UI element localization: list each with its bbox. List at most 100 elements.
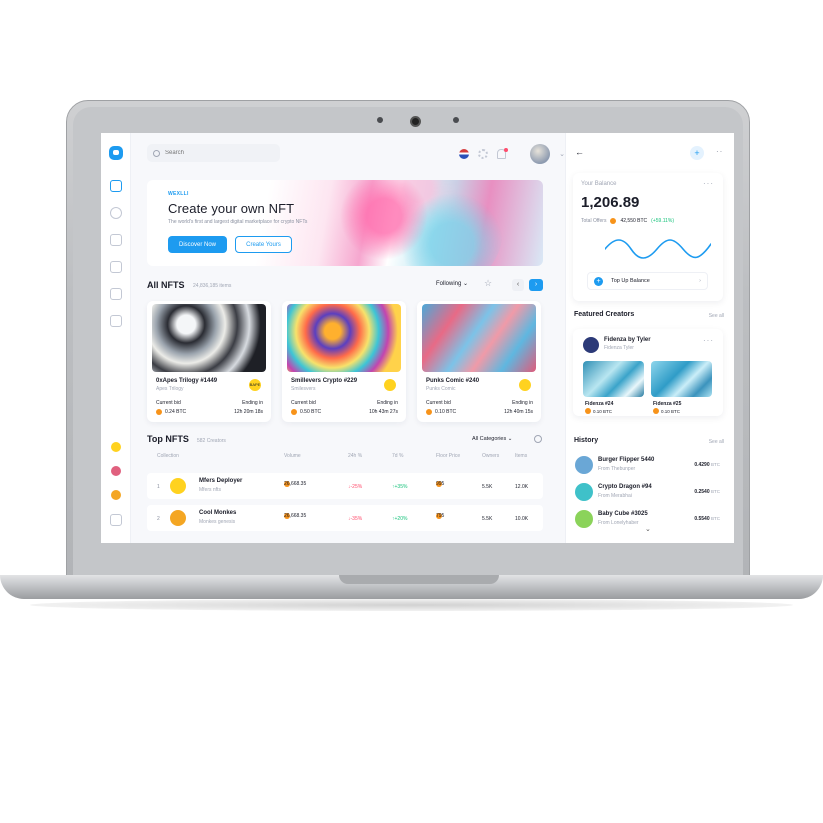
hero-artwork: [333, 180, 503, 266]
table-row[interactable]: 2 Cool Monkes Monkes genesis 26,668.35 ↓…: [147, 505, 543, 531]
hero-title: Create your own NFT: [168, 201, 295, 216]
nft-artwork[interactable]: [422, 304, 536, 372]
gear-icon[interactable]: [478, 149, 489, 159]
balance-more-icon[interactable]: ···: [703, 179, 714, 188]
nft-name: 0xApes Trilogy #1449: [156, 378, 218, 384]
user-avatar-3[interactable]: [111, 490, 121, 500]
search-bar[interactable]: [147, 144, 280, 162]
carousel-next-button[interactable]: ›: [529, 279, 543, 291]
column-header[interactable]: Volume: [284, 453, 301, 459]
bitcoin-icon: [610, 218, 617, 224]
document-icon[interactable]: [110, 288, 122, 300]
nft-artwork[interactable]: [287, 304, 401, 372]
history-see-all-link[interactable]: See all: [709, 439, 724, 445]
table-search-icon[interactable]: [534, 435, 542, 443]
column-header[interactable]: Owners: [482, 453, 499, 459]
table-row[interactable]: 1 Mfers Deployer Mfers nfts 26,668.35 ↓ …: [147, 473, 543, 499]
ending-in-value: 12h 40m 15s: [504, 409, 533, 415]
artwork-price: 0.10 BTC: [585, 408, 612, 414]
back-arrow-icon[interactable]: ←: [575, 147, 584, 157]
current-bid-label: Current bid: [156, 400, 181, 406]
search-input[interactable]: [165, 150, 275, 156]
collection-badge: BAPE: [249, 379, 261, 391]
user-avatar-1[interactable]: [111, 442, 121, 452]
bitcoin-icon: [156, 409, 162, 415]
current-bid-value: 0.24 BTC: [156, 409, 186, 415]
right-panel: ← + ·· Your Balance ··· 1,206.89 Total O…: [565, 133, 734, 543]
creator-artwork[interactable]: [651, 361, 712, 397]
following-filter-label: Following: [436, 281, 462, 287]
history-avatar: [575, 510, 593, 528]
notification-bell-icon[interactable]: [497, 148, 509, 159]
history-amount: 0.5540: [694, 516, 710, 522]
nft-collection: Apes Trilogy: [156, 386, 184, 392]
discover-now-button[interactable]: Discover Now: [168, 236, 227, 253]
nft-card[interactable]: Smillevers Crypto #229 Smilesvers Curren…: [282, 301, 406, 422]
home-icon[interactable]: [110, 180, 122, 192]
artwork-price: 0.10 BTC: [653, 408, 680, 414]
column-header[interactable]: 24h %: [348, 453, 362, 459]
compass-icon[interactable]: [110, 207, 122, 219]
featured-see-all-link[interactable]: See all: [709, 313, 724, 319]
cart-icon[interactable]: [110, 234, 122, 246]
column-header[interactable]: Collection: [157, 453, 179, 459]
history-amount: 0.4290: [694, 462, 710, 468]
logout-icon[interactable]: [110, 514, 122, 526]
profile-avatar[interactable]: [530, 144, 551, 164]
table-header: Collection Volume 24h % 7d % Floor Price…: [147, 453, 543, 465]
history-item[interactable]: Crypto Dragon #94 From Merabhai 0.2540 B…: [573, 481, 723, 503]
column-header[interactable]: 7d %: [392, 453, 403, 459]
change-24h-value: -35%: [350, 516, 363, 522]
creator-card[interactable]: Fidenza by Tyler Fidenza Tyler ··· Fiden…: [573, 329, 723, 416]
bid-amount: 0.24 BTC: [165, 409, 187, 415]
user-avatar-2[interactable]: [111, 466, 121, 476]
current-bid-label: Current bid: [426, 400, 451, 406]
add-button[interactable]: +: [690, 146, 704, 160]
scroll-down-icon[interactable]: ⌄: [645, 525, 651, 533]
creator-more-icon[interactable]: ···: [703, 336, 714, 345]
bid-amount: 0.10 BTC: [435, 409, 457, 415]
history-name: Baby Cube #3025: [598, 511, 648, 517]
total-offers: Total Offers 42,550 BTC (+59.11%): [581, 218, 674, 224]
history-name: Crypto Dragon #94: [598, 484, 652, 490]
change-24h: ↓ -35%: [348, 516, 363, 522]
volume-value: 26,668.35: [284, 513, 307, 519]
owners-value: 5.5K: [482, 484, 493, 490]
featured-creators-title: Featured Creators: [574, 311, 635, 318]
carousel-prev-button[interactable]: ‹: [512, 279, 524, 291]
chat-icon[interactable]: [110, 261, 122, 273]
history-value: 0.5540 BTC: [694, 516, 720, 522]
laptop-notch: [339, 575, 499, 584]
wallet-icon[interactable]: [110, 315, 122, 327]
creator-artwork[interactable]: [583, 361, 644, 397]
more-options-icon[interactable]: ··: [716, 147, 723, 156]
nft-card[interactable]: Punks Comic #240 Punks Comic Current bid…: [417, 301, 541, 422]
top-up-balance-button[interactable]: + Top Up Balance ›: [587, 272, 708, 290]
camera-sensor-dot: [453, 117, 459, 123]
search-icon: [153, 149, 160, 157]
history-value: 0.2540 BTC: [694, 489, 720, 495]
category-filter[interactable]: All Categories ⌄: [472, 436, 512, 442]
total-offers-change: (+59.11%): [651, 218, 675, 224]
collection-badge: [519, 379, 531, 391]
history-item[interactable]: Burger Flipper 5440 From Thebunper 0.429…: [573, 454, 723, 476]
row-rank: 2: [157, 516, 160, 522]
column-header[interactable]: Floor Price: [436, 453, 460, 459]
nft-artwork[interactable]: [152, 304, 266, 372]
volume-value: 26,668.35: [284, 481, 307, 487]
history-from: From Lonelyhaber: [598, 520, 639, 526]
all-nfts-count: 24,836,185 items: [193, 283, 232, 289]
balance-trend-line: [605, 239, 711, 259]
webcam: [410, 116, 421, 127]
current-bid-value: 0.10 BTC: [426, 409, 456, 415]
following-filter[interactable]: Following ⌄: [436, 280, 468, 287]
star-icon[interactable]: ☆: [484, 278, 492, 289]
items-value: 10.0K: [515, 516, 529, 522]
create-yours-button[interactable]: Create Yours: [235, 236, 292, 253]
app-logo-icon[interactable]: [109, 146, 123, 160]
collection-name: Cool Monkes: [199, 510, 237, 516]
column-header[interactable]: Items: [515, 453, 527, 459]
change-7d-value: +20%: [394, 516, 408, 522]
nft-card[interactable]: 0xApes Trilogy #1449 Apes Trilogy BAPE C…: [147, 301, 271, 422]
language-flag-icon[interactable]: [459, 149, 470, 159]
